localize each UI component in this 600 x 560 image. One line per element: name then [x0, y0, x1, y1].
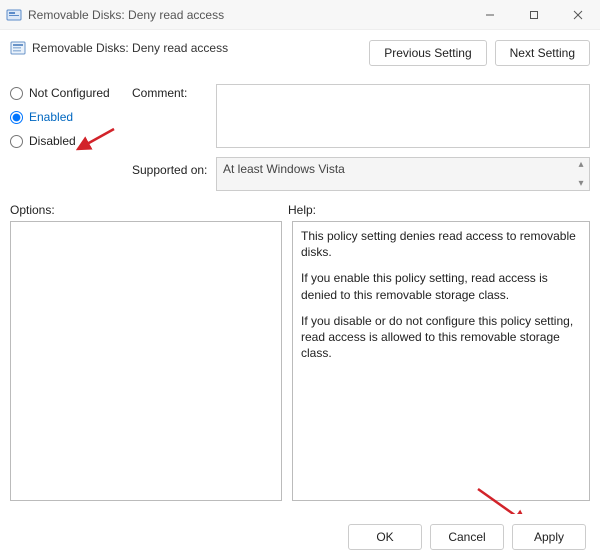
policy-icon: [10, 40, 26, 56]
close-button[interactable]: [556, 0, 600, 30]
help-panel: This policy setting denies read access t…: [292, 221, 590, 501]
help-paragraph-2: If you enable this policy setting, read …: [301, 270, 581, 302]
apply-button[interactable]: Apply: [512, 524, 586, 550]
window-title: Removable Disks: Deny read access: [28, 8, 468, 22]
radio-not-configured[interactable]: [10, 87, 23, 100]
state-not-configured[interactable]: Not Configured: [10, 86, 128, 100]
comment-label: Comment:: [132, 84, 212, 100]
policy-name: Removable Disks: Deny read access: [32, 41, 228, 55]
nav-buttons: Previous Setting Next Setting: [369, 40, 590, 66]
dialog-content: Removable Disks: Deny read access Previo…: [0, 30, 600, 514]
state-disabled[interactable]: Disabled: [10, 134, 128, 148]
help-label: Help:: [288, 203, 316, 217]
dialog-footer: OK Cancel Apply: [0, 514, 600, 560]
previous-setting-button[interactable]: Previous Setting: [369, 40, 486, 66]
minimize-button[interactable]: [468, 0, 512, 30]
policy-heading: Removable Disks: Deny read access: [10, 40, 228, 56]
options-panel: [10, 221, 282, 501]
state-radio-group: Not Configured Enabled Disabled: [10, 84, 128, 148]
help-paragraph-3: If you disable or do not configure this …: [301, 313, 581, 362]
options-label: Options:: [10, 203, 288, 217]
radio-label-disabled: Disabled: [29, 134, 76, 148]
radio-enabled[interactable]: [10, 111, 23, 124]
cancel-button[interactable]: Cancel: [430, 524, 504, 550]
supported-on-value: At least Windows Vista: [223, 162, 345, 176]
next-setting-button[interactable]: Next Setting: [495, 40, 590, 66]
state-enabled[interactable]: Enabled: [10, 110, 128, 124]
policy-window-icon: [6, 7, 22, 23]
ok-button[interactable]: OK: [348, 524, 422, 550]
radio-label-enabled: Enabled: [29, 110, 73, 124]
radio-label-not-configured: Not Configured: [29, 86, 110, 100]
supported-on-box: At least Windows Vista: [216, 157, 590, 191]
comment-textarea[interactable]: [216, 84, 590, 148]
radio-disabled[interactable]: [10, 135, 23, 148]
maximize-button[interactable]: [512, 0, 556, 30]
supported-on-label: Supported on:: [132, 157, 212, 177]
title-bar: Removable Disks: Deny read access: [0, 0, 600, 30]
help-paragraph-1: This policy setting denies read access t…: [301, 228, 581, 260]
